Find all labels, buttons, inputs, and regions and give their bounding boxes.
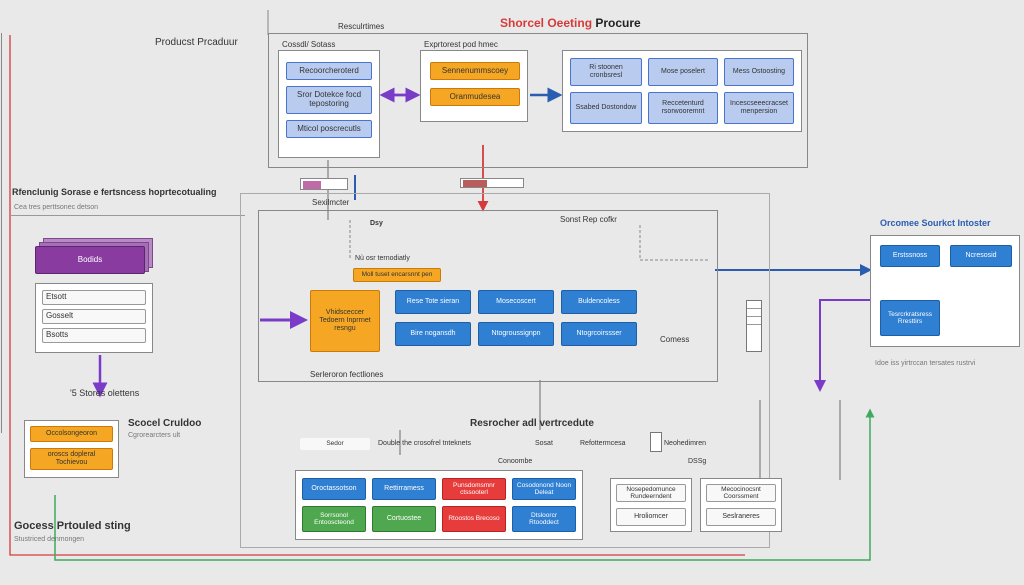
cossdl-item-2: Sror Dotekce focd tepostoring <box>286 86 372 114</box>
scocel-sub: Cgrorearcters ult <box>128 432 180 439</box>
group-exp-pod-label: Exprtorest pod hmec <box>424 40 498 49</box>
br-2: Hroliomcer <box>616 508 686 526</box>
rp-3: Tesrcrkratsress Rresttirs <box>880 300 940 336</box>
cossdl-item-3: Mticol poscrecutls <box>286 120 372 138</box>
bot-2: Rettirramess <box>372 478 436 500</box>
left-list-2: Gosselt <box>42 309 146 324</box>
gocess-sub: Stustriced denmongen <box>14 536 84 543</box>
server-icon-2 <box>650 432 662 452</box>
resrocher-label: Resrocher adl vertrcedute <box>470 418 594 429</box>
rp-1: Erstssnoss <box>880 245 940 267</box>
stores-label: '5 Stores olettens <box>70 388 139 398</box>
left-divider <box>10 215 245 216</box>
right-title: Orcomee Sourkct Intoster <box>880 218 991 228</box>
scocel-box-2: oroscs dopleral Tochievou <box>30 448 113 470</box>
left-section-sub: Cea tres perttsonec detson <box>14 204 98 211</box>
bot-1: Oroctassotson <box>302 478 366 500</box>
left-list-1: Etsott <box>42 290 146 305</box>
trg-1: Ri stoonen cronbsresl <box>570 58 642 86</box>
br-1: Nosepedomunce Rundeerndent <box>616 484 686 502</box>
purple-card-front: Bodids <box>35 246 145 274</box>
br-3: Mecocinocsnt Coorssment <box>706 484 776 502</box>
dssg-label: DSSg <box>688 458 706 465</box>
scolurt-label: Double the crosofrel tnteknets <box>378 440 471 447</box>
left-list-3: Bsotts <box>42 328 146 343</box>
trg-6: Incescseeecracset menpersion <box>724 92 794 124</box>
scocel-label: Scocel Cruldoo <box>128 418 201 429</box>
scocel-box-1: Occolsongeoron <box>30 426 113 442</box>
trg-5: Reccetenturd rsorwooremnt <box>648 92 718 124</box>
left-edge-line <box>1 33 2 433</box>
trg-3: Mess Ostoosting <box>724 58 794 86</box>
trg-2: Mose poselert <box>648 58 718 86</box>
trg-4: Ssabed Dostondow <box>570 92 642 124</box>
conoombe-label: Conoombe <box>498 458 532 465</box>
top-small-label: Resculrtimes <box>338 22 384 31</box>
neohe-label: Neohedimren <box>664 440 706 447</box>
bot-6: Cortuostee <box>372 506 436 532</box>
sedor-label: Sedor <box>300 438 370 450</box>
bot-8: Dtsloorcr Rtooddect <box>512 506 576 532</box>
mini-bar-1 <box>300 178 348 190</box>
prod-proc-label: Producst Prcaduur <box>155 37 238 48</box>
group-exp-pod <box>420 50 528 122</box>
bot-4: Cosodonond Noon Deleat <box>512 478 576 500</box>
exp-pod-2: Oranmudesea <box>430 88 520 106</box>
bot-7: Rtoostos Brecoso <box>442 506 506 532</box>
right-sub: Idoe iss yirtrccan tersates rustrvi <box>875 360 1015 367</box>
exp-pod-1: Sennenummscoey <box>430 62 520 80</box>
gocess-label: Gocess Prtouled sting <box>14 520 131 532</box>
rp-2: Ncresosid <box>950 245 1012 267</box>
group-cossdl-label: Cossdl/ Sotass <box>282 40 335 49</box>
bot-3: Punsdomsmnr ctssooterl <box>442 478 506 500</box>
bot-5: Sorrsonol Entooscteond <box>302 506 366 532</box>
sosat-label: Sosat <box>535 440 553 447</box>
cossdl-item-1: Recoorcheroterd <box>286 62 372 80</box>
mini-bar-2 <box>460 178 524 188</box>
main-title: Shorcel Oeeting Procure <box>500 16 641 30</box>
refot-label: Refottermcesa <box>580 440 626 447</box>
br-4: Seslraneres <box>706 508 776 526</box>
